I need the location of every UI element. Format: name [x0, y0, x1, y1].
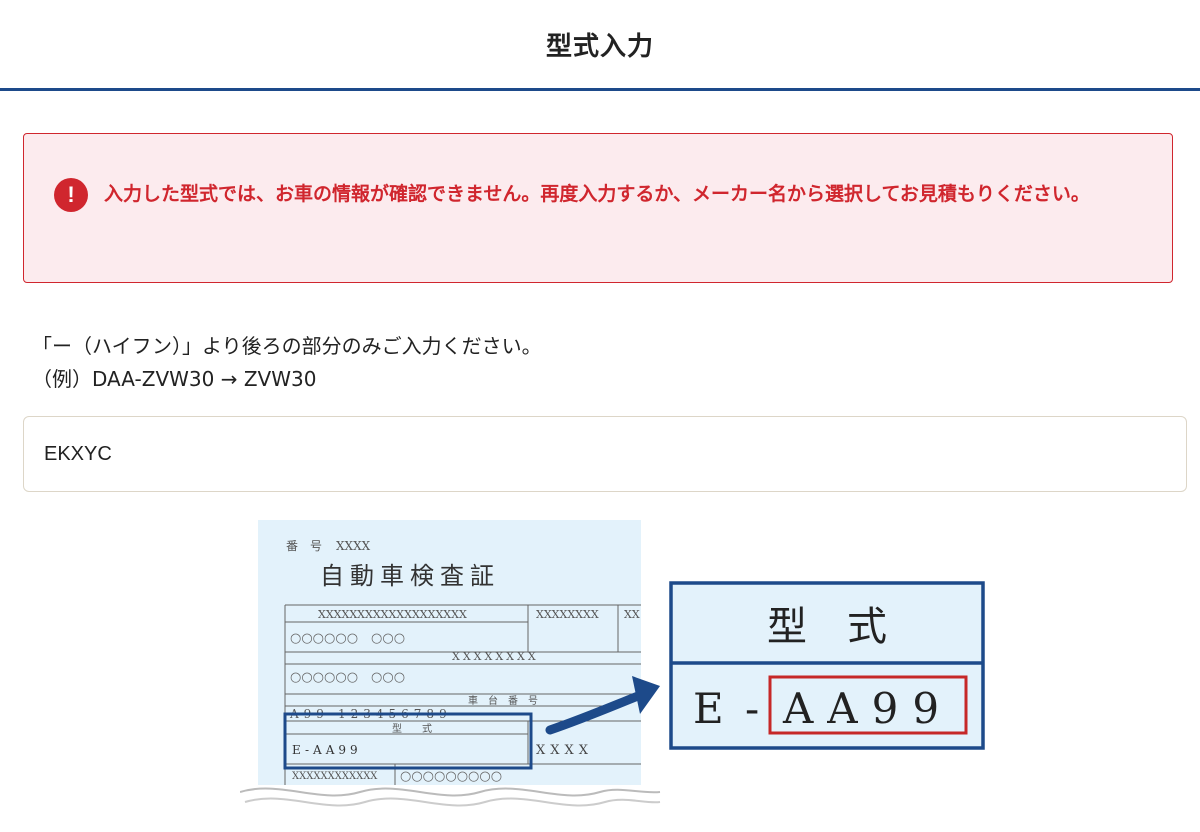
cert-number-value: XXXX: [336, 539, 371, 553]
cert-wave-1: [239, 787, 661, 797]
cert-bottom-b: ○○○○○○○○○: [400, 769, 502, 784]
instruction-line-1: 「ー（ハイフン）」より後ろの部分のみご入力ください。: [32, 334, 542, 358]
error-alert: ! 入力した型式では、お車の情報が確認できません。再度入力するか、メーカー名から…: [23, 133, 1173, 283]
exclamation-icon: !: [54, 178, 88, 212]
cert-bottom-a: XXXXXXXXXXXX: [292, 771, 378, 782]
cert-row1-b: XXXXXXXX: [536, 608, 599, 621]
error-message: 入力した型式では、お車の情報が確認できません。再度入力するか、メーカー名から選択…: [104, 183, 1090, 205]
zoom-prefix: E -: [693, 684, 763, 733]
cert-row1-c: XX: [624, 608, 640, 621]
zoom-label: 型 式: [767, 604, 887, 650]
cert-number-label: 番 号: [286, 539, 322, 553]
cert-row3: XXXXXXXX: [452, 650, 539, 663]
cert-chassis-label: 車 台 番 号: [468, 694, 538, 707]
page-header: 型式入力: [0, 0, 1200, 91]
certificate-illustration: 番 号 XXXX 自動車検査証 XXXXXXXXXXXXXXXXXXX XXXX…: [239, 518, 1000, 822]
page-title: 型式入力: [545, 31, 654, 62]
input-instructions: 「ー（ハイフン）」より後ろの部分のみご入力ください。 （例）DAA-ZVW30 …: [32, 330, 542, 396]
cert-row1-a: XXXXXXXXXXXXXXXXXXX: [318, 608, 467, 621]
cert-right-value: XXXX: [536, 743, 593, 758]
model-number-input[interactable]: [23, 416, 1187, 492]
cert-title: 自動車検査証: [320, 562, 500, 590]
cert-wave-2: [244, 797, 661, 807]
cert-model-label: 型 式: [392, 722, 432, 735]
cert-model-value: E-AA99: [292, 743, 362, 757]
zoom-highlight-value: AA99: [782, 684, 953, 733]
instruction-line-2: （例）DAA-ZVW30 → ZVW30: [32, 367, 317, 391]
cert-row4: ○○○○○○ ○○○: [290, 670, 405, 685]
certificate-svg: 番 号 XXXX 自動車検査証 XXXXXXXXXXXXXXXXXXX XXXX…: [239, 520, 985, 807]
cert-row2: ○○○○○○ ○○○: [290, 631, 405, 646]
